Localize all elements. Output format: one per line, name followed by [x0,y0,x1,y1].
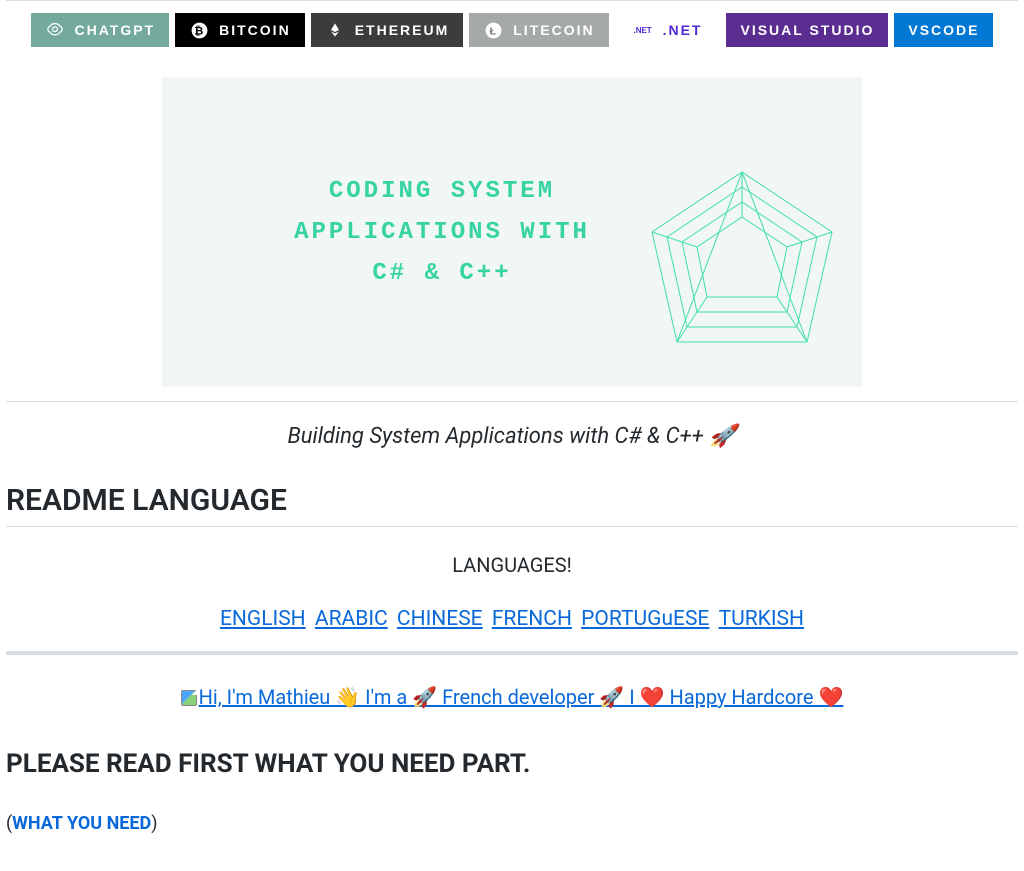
typing-svg-link[interactable]: Hi, I'm Mathieu 👋 I'm a 🚀 French develop… [181,685,844,709]
lang-arabic[interactable]: ARABIC [315,607,388,631]
badge-chatgpt[interactable]: CHATGPT [31,13,170,47]
hero-banner: CODING SYSTEM APPLICATIONS WITH C# & C++ [162,77,862,387]
badge-bar: CHATGPT ₿ BITCOIN ETHEREUM Ł LITECOIN [6,13,1018,47]
hero-banner-wrap: CODING SYSTEM APPLICATIONS WITH C# & C++ [6,77,1018,387]
typing-svg-text: Hi, I'm Mathieu 👋 I'm a 🚀 French develop… [199,685,844,709]
hero-geometric-icon [632,157,852,377]
lang-french[interactable]: FRENCH [492,607,572,631]
what-you-need-link[interactable]: WHAT YOU NEED [12,813,151,834]
litecoin-icon: Ł [483,20,503,40]
hero-text: CODING SYSTEM APPLICATIONS WITH C# & C++ [252,172,632,294]
badge-label: VSCODE [908,22,979,38]
what-you-need-line: (WHAT YOU NEED) [6,813,1018,834]
language-links: ENGLISH ARABIC CHINESE FRENCH PORTUGuESE… [6,607,1018,631]
section-divider [6,401,1018,402]
languages-label: LANGUAGES! [6,553,1018,577]
chatgpt-icon [45,20,65,40]
dotnet-icon: .NET [633,20,653,40]
thick-divider [6,651,1018,655]
badge-bitcoin[interactable]: ₿ BITCOIN [175,13,305,47]
lang-english[interactable]: ENGLISH [220,607,306,631]
top-divider [6,0,1018,1]
lang-chinese[interactable]: CHINESE [397,607,483,631]
svg-text:Ł: Ł [489,26,497,37]
hero-line-2: APPLICATIONS WITH [252,213,632,254]
badge-label: LITECOIN [513,22,594,38]
bitcoin-icon: ₿ [189,20,209,40]
badge-vscode[interactable]: VSCODE [894,13,993,47]
broken-image-icon [181,690,197,706]
badge-label: CHATGPT [75,22,156,38]
badge-visual-studio[interactable]: VISUAL STUDIO [726,13,888,47]
badge-dotnet[interactable]: .NET .NET [615,13,721,47]
badge-label: .NET [663,22,703,38]
badge-label: ETHEREUM [355,22,450,38]
badge-ethereum[interactable]: ETHEREUM [311,13,464,47]
svg-text:₿: ₿ [194,25,205,37]
lang-portuguese[interactable]: PORTUGuESE [581,607,709,631]
badge-label: VISUAL STUDIO [740,22,874,38]
please-read-heading: PLEASE READ FIRST WHAT YOU NEED PART. [6,749,1018,779]
hero-line-3: C# & C++ [252,254,632,295]
badge-label: BITCOIN [219,22,291,38]
subtitle: Building System Applications with C# & C… [6,424,1018,449]
lang-turkish[interactable]: TURKISH [719,607,804,631]
badge-litecoin[interactable]: Ł LITECOIN [469,13,608,47]
hero-line-1: CODING SYSTEM [252,172,632,213]
typing-svg-link-wrap: Hi, I'm Mathieu 👋 I'm a 🚀 French develop… [6,685,1018,709]
readme-language-heading: README LANGUAGE [6,483,1018,527]
ethereum-icon [325,20,345,40]
